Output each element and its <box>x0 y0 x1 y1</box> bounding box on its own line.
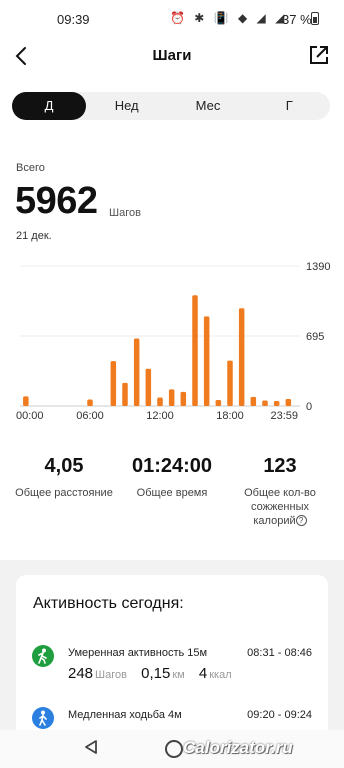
chart-bar <box>215 399 222 406</box>
chart-bar <box>262 400 268 406</box>
share-icon[interactable] <box>308 44 330 66</box>
chart-bar <box>192 295 198 406</box>
tab-week[interactable]: Нед <box>86 92 167 120</box>
period-tabs: Д Нед Мес Г <box>12 92 330 120</box>
chart-bar <box>238 308 245 406</box>
total-label: Всего <box>16 162 45 174</box>
y-tick-label: 695 <box>306 331 324 343</box>
activity-calories: 4 <box>198 665 208 682</box>
help-icon[interactable]: ? <box>295 515 307 526</box>
total-steps-unit: Шагов <box>109 207 141 219</box>
time-value: 01:24:00 <box>131 455 213 477</box>
walking-person-icon <box>32 645 54 667</box>
nav-back-icon[interactable] <box>84 739 98 755</box>
calories-value: 123 <box>263 455 297 477</box>
activity-card: Активность сегодня: Умеренная активность… <box>16 575 328 735</box>
activity-name: Медленная ходьба 4м <box>68 709 182 721</box>
activity-title: Активность сегодня: <box>33 595 184 612</box>
chart-bar <box>203 316 210 406</box>
y-tick-label: 0 <box>306 401 312 413</box>
chart-bar <box>250 396 257 406</box>
steps-chart[interactable]: 1390 695 0 00:00 06:00 12:00 18:00 23:59 <box>0 255 344 425</box>
activity-steps-unit: Шагов <box>95 669 127 681</box>
calories-label: Общее кол-во сожженных калорий? <box>232 486 328 528</box>
tab-year[interactable]: Г <box>249 92 330 120</box>
x-tick-label: 12:00 <box>146 410 174 422</box>
calories-label-line2: сожженных <box>250 501 309 513</box>
activity-calories-unit: ккал <box>209 669 232 681</box>
activity-name: Умеренная активность 15м <box>68 647 208 659</box>
chart-bar <box>273 400 280 406</box>
status-time: 09:39 <box>57 12 90 27</box>
battery-icon <box>311 12 319 25</box>
x-tick-label: 18:00 <box>216 410 244 422</box>
activity-time: 09:20 - 09:24 <box>247 709 312 721</box>
tab-month[interactable]: Мес <box>167 92 248 120</box>
activity-distance: 0,15 <box>141 665 171 682</box>
status-icons: ⏰ ✱ 📳 ◆ ◢ ◢ <box>170 11 288 25</box>
x-tick-label: 00:00 <box>16 410 44 422</box>
calories-label-line3: калорий <box>253 515 296 527</box>
slow-walk-person-icon <box>32 707 54 729</box>
stat-calories: 123 Общее кол-во сожженных калорий? <box>232 455 328 528</box>
chart-bar <box>23 396 29 406</box>
chart-bar <box>122 382 128 406</box>
activity-metrics: 248 Шагов 0,15 км 4 ккал <box>68 665 242 682</box>
total-steps-value: 5962 <box>15 180 98 222</box>
time-label: Общее время <box>136 487 208 499</box>
chart-bar <box>110 361 117 406</box>
activity-distance-unit: км <box>172 669 185 681</box>
battery-percent: 37 % <box>282 12 312 27</box>
stats-row: 4,05 Общее расстояние 01:24:00 Общее вре… <box>0 455 344 535</box>
chart-bar <box>168 389 175 406</box>
watermark: Calorizator.ru <box>183 738 293 757</box>
chart-bar <box>227 360 233 406</box>
status-bar: 09:39 ⏰ ✱ 📳 ◆ ◢ ◢ 37 % <box>0 0 344 38</box>
chart-bar <box>133 338 140 406</box>
activity-item[interactable]: Умеренная активность 15м 08:31 - 08:46 2… <box>16 645 328 695</box>
distance-label: Общее расстояние <box>15 487 113 499</box>
stat-distance: 4,05 Общее расстояние <box>8 455 120 500</box>
date-label: 21 дек. <box>16 230 52 242</box>
chart-bar <box>145 368 152 406</box>
chart-bar <box>285 398 292 406</box>
activity-time: 08:31 - 08:46 <box>247 647 312 659</box>
x-tick-label: 23:59 <box>270 410 298 422</box>
chart-bar <box>87 399 93 406</box>
system-nav-bar: Calorizator.ru <box>0 730 344 768</box>
chart-bar <box>157 397 163 406</box>
stat-time: 01:24:00 Общее время <box>120 455 224 500</box>
x-tick-label: 06:00 <box>76 410 104 422</box>
activity-steps: 248 <box>68 665 94 682</box>
header: Шаги <box>0 38 344 74</box>
nav-home-icon[interactable] <box>165 740 183 758</box>
page-title: Шаги <box>152 47 192 64</box>
calories-label-line1: Общее кол-во <box>244 487 316 499</box>
y-tick-label: 1390 <box>306 261 330 273</box>
tab-day[interactable]: Д <box>12 92 86 120</box>
chart-bar <box>180 391 187 406</box>
distance-value: 4,05 <box>44 455 84 477</box>
